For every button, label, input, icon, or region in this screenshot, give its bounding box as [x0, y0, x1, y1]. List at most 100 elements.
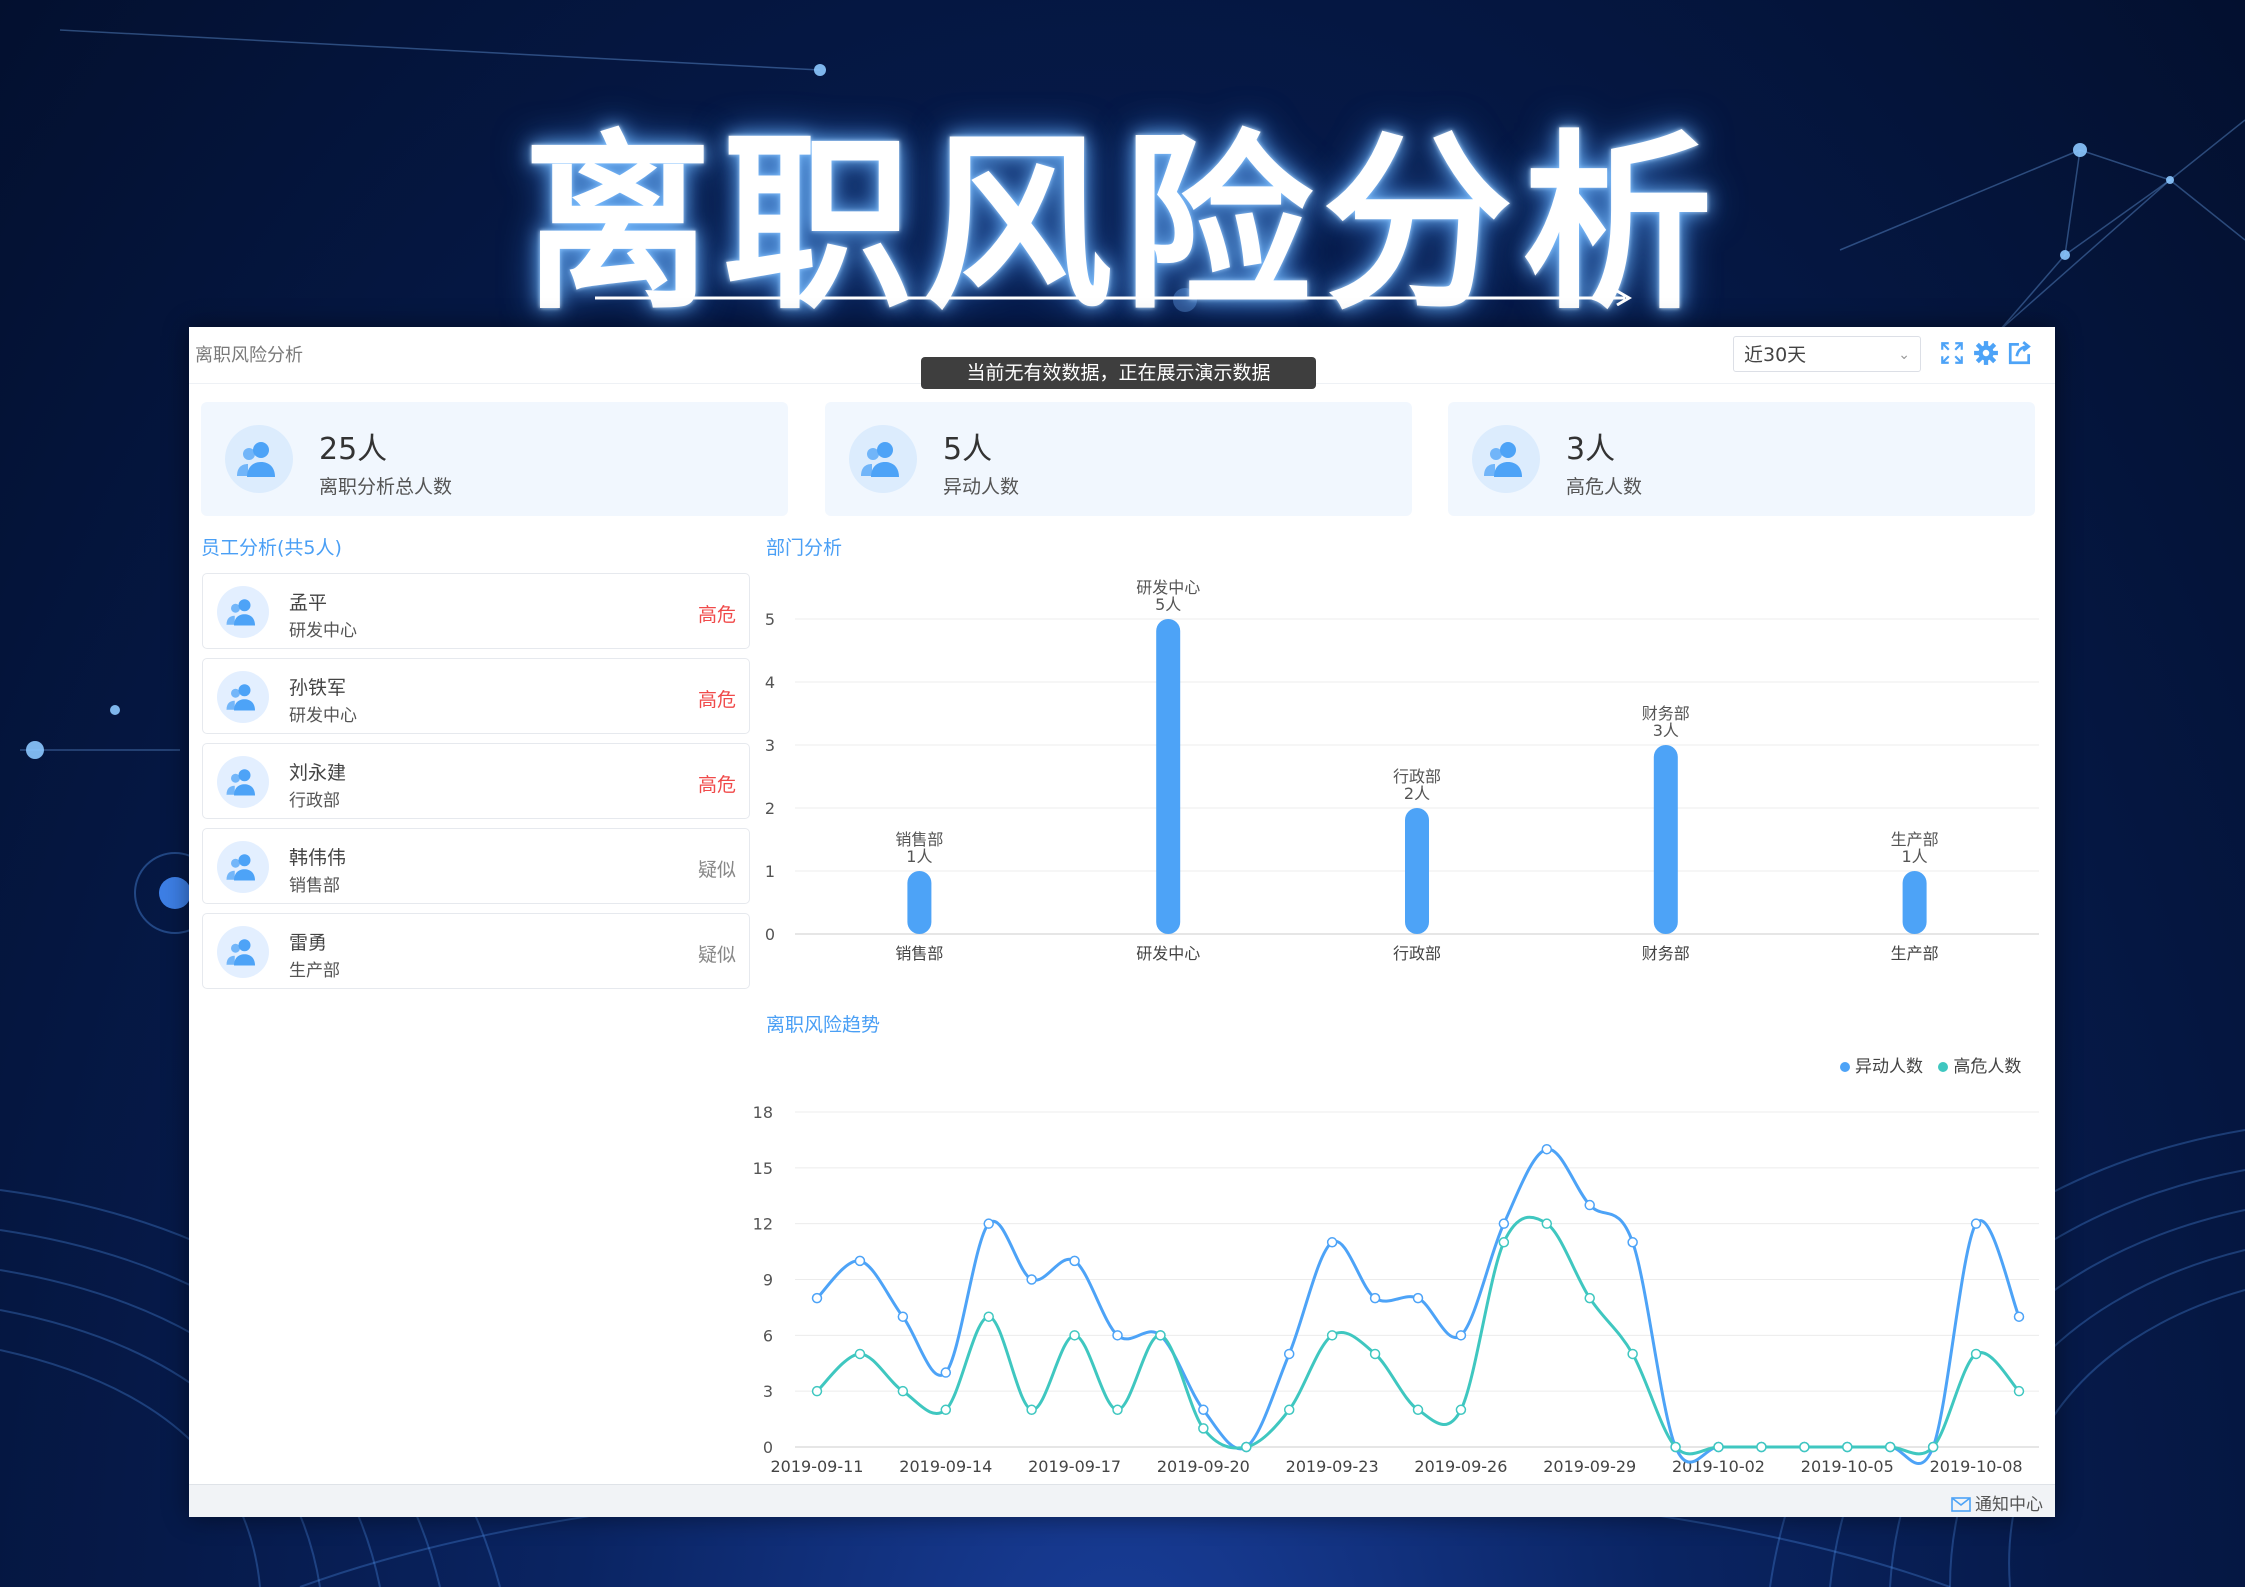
- employee-risk-badge: 高危: [697, 774, 736, 796]
- window-footer: 通知中心: [189, 1484, 2055, 1517]
- bar: [1902, 871, 1927, 934]
- trend-legend: 异动人数 高危人数: [1840, 1052, 2021, 1077]
- data-point: [1112, 1330, 1123, 1341]
- bar-value-label: 3人: [1653, 721, 1679, 740]
- dept-section-title: 部门分析: [766, 537, 843, 559]
- y-tick-label: 9: [763, 1271, 773, 1290]
- data-point: [1799, 1441, 1810, 1453]
- x-tick-label: 2019-09-11: [771, 1457, 864, 1476]
- user-avatar-icon: [217, 586, 269, 638]
- data-point: [1026, 1404, 1037, 1416]
- x-tick-label: 行政部: [1393, 944, 1441, 963]
- date-range-value: 近30天: [1744, 344, 1807, 366]
- employee-section-title: 员工分析(共5人): [201, 537, 342, 559]
- employee-dept: 研发中心: [289, 706, 357, 726]
- bar-value-label: 1人: [906, 847, 932, 866]
- data-point: [1369, 1348, 1381, 1360]
- trend-line-chart: 0 3 6 9 12 15 18 2019-09-11 2019-09-14 2019-09-17…: [753, 1103, 2039, 1476]
- user-avatar-icon: [217, 841, 269, 893]
- employee-name: 刘永建: [289, 762, 347, 784]
- notification-center-label: 通知中心: [1975, 1495, 2043, 1515]
- chevron-down-icon: ⌄: [1898, 347, 1910, 363]
- date-range-select[interactable]: 近30天 ⌄: [1733, 336, 1921, 372]
- data-point: [1326, 1237, 1338, 1248]
- data-point: [983, 1218, 994, 1229]
- data-point: [2013, 1385, 2025, 1397]
- employee-name: 孟平: [289, 592, 328, 614]
- y-tick-label: 4: [765, 673, 775, 692]
- employee-risk-badge: 高危: [697, 689, 736, 711]
- data-point: [1026, 1274, 1037, 1285]
- kpi-value: 25人: [319, 432, 388, 467]
- bar: [1405, 808, 1429, 934]
- user-avatar-icon: [217, 671, 269, 723]
- data-point: [1198, 1404, 1209, 1416]
- employee-dept: 生产部: [289, 961, 340, 981]
- x-tick-label: 2019-09-14: [899, 1457, 992, 1476]
- employee-list-item[interactable]: 韩伟伟 销售部 疑似: [202, 828, 750, 904]
- data-point: [854, 1255, 866, 1267]
- share-icon[interactable]: [2007, 340, 2033, 366]
- employee-list-item[interactable]: 刘永建 行政部 高危: [202, 743, 750, 819]
- data-point: [1541, 1143, 1553, 1155]
- y-tick-label: 18: [753, 1103, 773, 1122]
- data-point: [940, 1404, 952, 1416]
- gear-icon[interactable]: [1973, 340, 1999, 366]
- x-tick-label: 2019-09-23: [1286, 1457, 1379, 1476]
- x-tick-label: 生产部: [1891, 944, 1939, 963]
- notification-center-link[interactable]: 通知中心: [1951, 1490, 2043, 1515]
- data-point: [940, 1367, 952, 1378]
- data-point: [1455, 1330, 1467, 1341]
- legend-item[interactable]: 高危人数: [1938, 1057, 2021, 1077]
- y-tick-label: 3: [765, 736, 775, 755]
- kpi-changed-card: 5人 异动人数: [825, 402, 1412, 516]
- data-point: [1541, 1218, 1553, 1229]
- title-underline-arrow: [595, 290, 1632, 306]
- y-tick-label: 12: [753, 1215, 773, 1234]
- data-point: [1455, 1404, 1467, 1416]
- users-icon: [1472, 425, 1540, 493]
- mail-icon: [1951, 1497, 1971, 1512]
- employee-name: 孙铁军: [289, 677, 347, 699]
- x-tick-label: 2019-09-17: [1028, 1457, 1121, 1476]
- data-point: [1069, 1255, 1080, 1267]
- data-point: [1283, 1348, 1295, 1360]
- data-point: [1970, 1218, 1982, 1229]
- x-tick-label: 2019-09-29: [1543, 1457, 1636, 1476]
- fullscreen-icon[interactable]: [1939, 340, 1965, 366]
- app-title: 离职风险分析: [195, 345, 303, 366]
- kpi-label: 离职分析总人数: [319, 476, 453, 498]
- x-tick-label: 2019-09-20: [1157, 1457, 1250, 1476]
- series-line-0: [815, 1147, 2021, 1465]
- bar: [907, 871, 932, 934]
- bar: [1653, 745, 1678, 934]
- x-tick-label: 2019-10-08: [1930, 1457, 2023, 1476]
- kpi-label: 高危人数: [1566, 476, 1643, 498]
- employee-risk-badge: 疑似: [697, 859, 736, 881]
- data-point: [897, 1311, 909, 1322]
- data-point: [1498, 1218, 1510, 1229]
- data-point: [1326, 1330, 1338, 1341]
- data-point: [1241, 1441, 1252, 1453]
- data-point: [2013, 1311, 2025, 1322]
- kpi-total-card: 25人 离职分析总人数: [201, 402, 788, 516]
- y-tick-label: 1: [765, 862, 775, 881]
- data-point: [1713, 1441, 1724, 1453]
- employee-name: 韩伟伟: [289, 847, 347, 869]
- user-avatar-icon: [217, 926, 269, 978]
- employee-list-item[interactable]: 雷勇 生产部 疑似: [202, 913, 750, 989]
- data-point: [1369, 1292, 1381, 1304]
- legend-dot: [1938, 1062, 1949, 1072]
- data-point: [811, 1385, 823, 1397]
- y-tick-label: 5: [765, 610, 775, 629]
- kpi-label: 异动人数: [943, 476, 1020, 498]
- bar-value-label: 5人: [1155, 595, 1181, 614]
- data-point: [983, 1311, 994, 1322]
- user-avatar-icon: [217, 756, 269, 808]
- data-point: [1670, 1441, 1681, 1453]
- y-tick-label: 0: [763, 1438, 773, 1457]
- employee-list-item[interactable]: 孟平 研发中心 高危: [202, 573, 750, 649]
- legend-item[interactable]: 异动人数: [1840, 1057, 1923, 1077]
- data-point: [1927, 1441, 1939, 1453]
- employee-list-item[interactable]: 孙铁军研发中心 高危: [202, 658, 750, 734]
